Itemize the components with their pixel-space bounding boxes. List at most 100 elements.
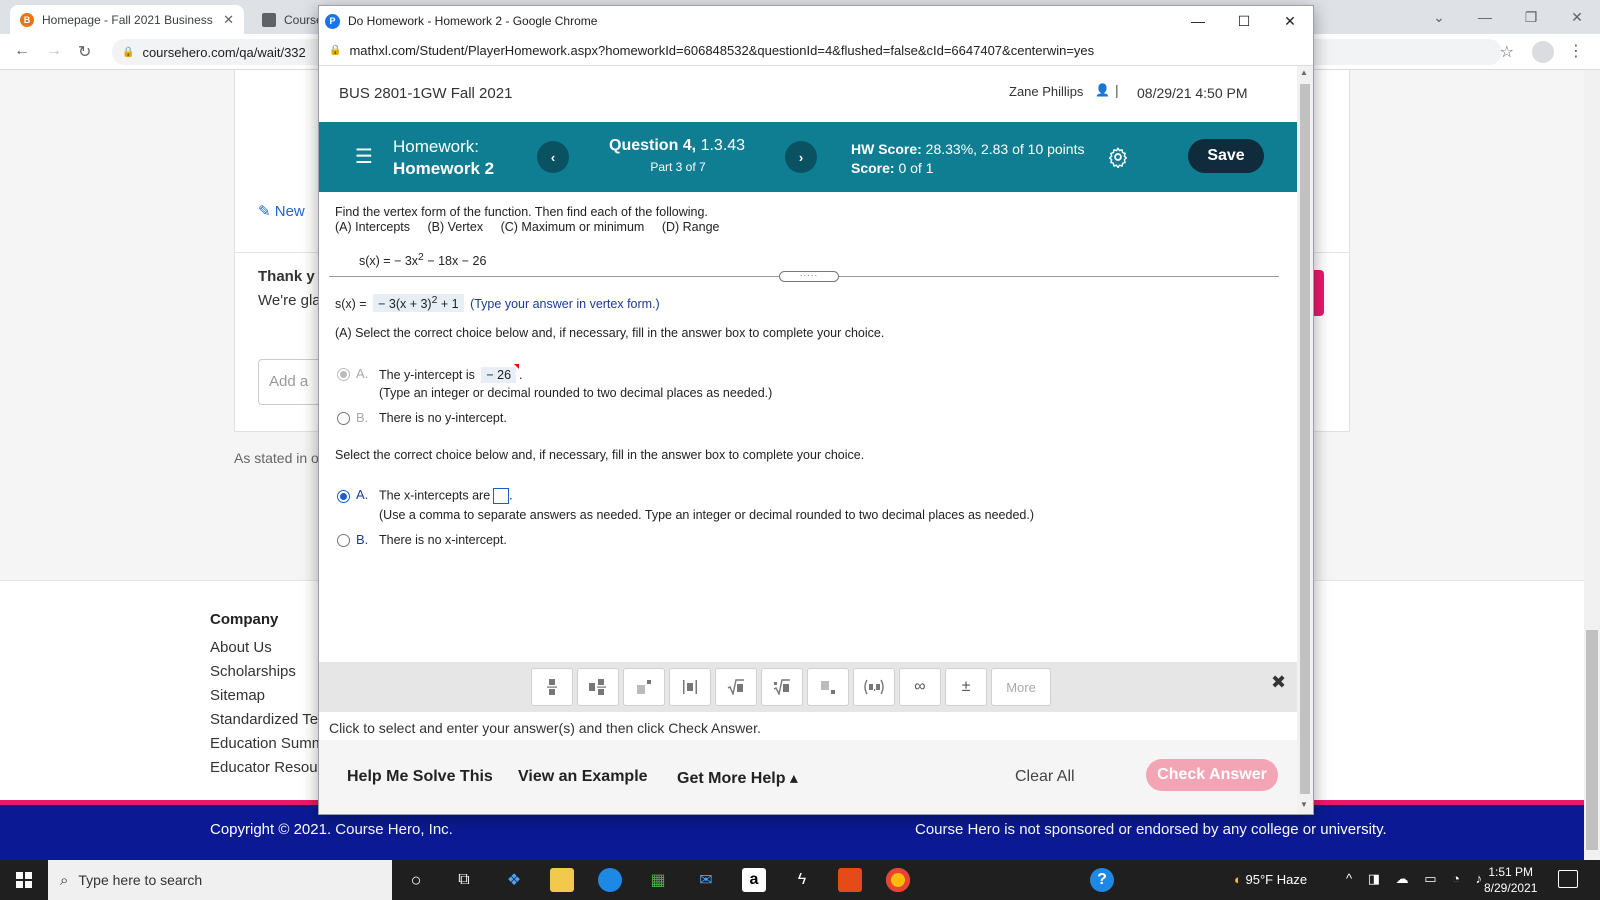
mixed-number-icon (589, 679, 606, 695)
weather-widget[interactable]: ◐ 95°F Haze (1234, 872, 1307, 887)
x-intercept-option-b-radio[interactable] (337, 534, 350, 547)
save-button[interactable]: Save (1188, 139, 1264, 173)
view-example-button[interactable]: View an Example (518, 768, 648, 786)
app-icon[interactable]: ϟ (790, 868, 814, 892)
kebab-menu-icon[interactable]: ⋮ (1568, 41, 1584, 61)
popup-url: mathxl.com/Student/PlayerHomework.aspx?h… (349, 43, 1095, 58)
infinity-button[interactable]: ∞ (899, 668, 941, 706)
close-icon[interactable]: ✕ (1554, 9, 1600, 26)
vertex-form-answer: s(x) = − 3(x + 3)2 + 1 (Type your answer… (335, 294, 660, 313)
footer-link-scholarships[interactable]: Scholarships (210, 663, 296, 680)
help-me-solve-button[interactable]: Help Me Solve This (347, 768, 493, 786)
minimize-icon[interactable]: — (1175, 6, 1221, 36)
check-answer-button[interactable]: Check Answer (1146, 759, 1278, 791)
minimize-icon[interactable]: — (1462, 9, 1508, 25)
reload-icon[interactable]: ↻ (78, 42, 91, 62)
new-link[interactable]: ✎ New (258, 202, 305, 220)
profile-dropdown-icon[interactable]: ⌄ (1416, 9, 1462, 26)
back-arrow-icon[interactable]: ← (14, 42, 30, 60)
system-tray[interactable]: ^ ◨ ☁ ▭ ◔ ♪ (1346, 871, 1488, 887)
edge-icon[interactable] (598, 868, 622, 892)
disclaimer-text: Course Hero is not sponsored or endorsed… (915, 821, 1387, 838)
restore-icon[interactable]: ❐ (1508, 9, 1554, 26)
user-icon[interactable]: 👤 (1095, 83, 1110, 97)
next-question-button[interactable]: › (785, 141, 817, 173)
task-view-icon[interactable]: ⧉ (452, 868, 476, 892)
close-tab-icon[interactable]: ✕ (223, 12, 234, 28)
course-name: BUS 2801-1GW Fall 2021 (339, 85, 513, 102)
option-a-letter: A. (356, 487, 369, 502)
course-bar: BUS 2801-1GW Fall 2021 Zane Phillips 👤 |… (319, 66, 1297, 122)
footer-link-standardized[interactable]: Standardized Tes (210, 711, 326, 728)
footer-link-sitemap[interactable]: Sitemap (210, 687, 265, 704)
more-button[interactable]: More (991, 668, 1051, 706)
copyright-text: Copyright © 2021. Course Hero, Inc. (210, 821, 453, 838)
square-root-button[interactable] (715, 668, 757, 706)
scroll-down-icon[interactable]: ▼ (1300, 800, 1308, 809)
part-c-label: (C) Maximum or minimum (500, 220, 645, 234)
subscript-button[interactable] (807, 668, 849, 706)
dropbox-icon[interactable]: ❖ (502, 868, 526, 892)
ordered-pair-button[interactable] (853, 668, 895, 706)
clear-all-button[interactable]: Clear All (1015, 768, 1075, 786)
scrollbar-thumb[interactable] (1586, 630, 1598, 850)
chrome-icon[interactable] (886, 868, 910, 892)
office-icon[interactable] (838, 868, 862, 892)
tab-homepage[interactable]: B Homepage - Fall 2021 Business C ✕ (10, 5, 244, 34)
taskbar-search-input[interactable]: ⌕ Type here to search (48, 860, 392, 900)
file-explorer-icon[interactable] (550, 868, 574, 892)
thank-text: We're gla (258, 292, 321, 309)
question-title: Question 4, 1.3.43 (609, 137, 746, 154)
absolute-value-button[interactable] (669, 668, 711, 706)
maximize-icon[interactable]: ☐ (1221, 6, 1267, 36)
close-palette-icon[interactable]: ✖ (1271, 672, 1286, 693)
y-intercept-option-a-radio[interactable] (337, 368, 350, 381)
scroll-up-icon[interactable]: ▲ (1300, 68, 1308, 77)
footer-link-educator[interactable]: Educator Resour (210, 759, 323, 776)
clock[interactable]: 1:51 PM 8/29/2021 (1484, 864, 1537, 896)
popup-address-bar[interactable]: 🔒 mathxl.com/Student/PlayerHomework.aspx… (319, 36, 1313, 66)
url-text: coursehero.com/qa/wait/332 (142, 44, 306, 60)
previous-question-button[interactable]: ‹ (537, 141, 569, 173)
homework-popup-window: P Do Homework - Homework 2 - Google Chro… (318, 5, 1314, 815)
question-parts: (A) Intercepts (B) Vertex (C) Maximum or… (335, 220, 733, 234)
windows-start-icon[interactable] (16, 872, 32, 888)
cortana-icon[interactable]: ○ (404, 868, 428, 892)
avatar[interactable] (1532, 41, 1554, 63)
exponent-button[interactable] (623, 668, 665, 706)
split-drag-handle[interactable]: ····· (779, 271, 839, 282)
y-intercept-answer-box[interactable]: − 26 (481, 364, 519, 383)
part-a-label: (A) Intercepts (335, 220, 411, 234)
scrollbar-thumb[interactable] (1300, 84, 1310, 794)
get-more-help-button[interactable]: Get More Help ▴ (677, 768, 798, 788)
amazon-icon[interactable]: a (742, 868, 766, 892)
y-intercept-option-b-radio[interactable] (337, 412, 350, 425)
footer-link-education[interactable]: Education Summ (210, 735, 324, 752)
fraction-button[interactable] (531, 668, 573, 706)
store-icon[interactable]: ▦ (646, 868, 670, 892)
x-intercept-answer-box[interactable] (493, 488, 510, 504)
plus-minus-button[interactable]: ± (945, 668, 987, 706)
gear-icon[interactable] (1107, 146, 1129, 168)
popup-scrollbar[interactable]: ▲ ▼ (1297, 66, 1313, 814)
hamburger-menu-icon[interactable]: ☰ (355, 144, 373, 169)
footer-link-about[interactable]: About Us (210, 639, 272, 656)
mail-icon[interactable]: ✉ (694, 868, 718, 892)
popup-window-title: Do Homework - Homework 2 - Google Chrome (348, 14, 598, 28)
y-intercept-option-a: The y-intercept is − 26. (379, 364, 523, 383)
mixed-number-button[interactable] (577, 668, 619, 706)
help-icon[interactable]: ? (1090, 868, 1114, 892)
notification-icon[interactable] (1558, 870, 1578, 888)
x-intercept-option-a-radio[interactable] (337, 490, 350, 503)
forward-arrow-icon[interactable]: → (46, 42, 62, 60)
absolute-value-icon (683, 680, 697, 694)
page-scrollbar[interactable] (1584, 70, 1600, 872)
vertex-answer-box[interactable]: − 3(x + 3)2 + 1 (373, 294, 464, 313)
close-icon[interactable]: ✕ (1267, 6, 1313, 36)
option-b-letter: B. (356, 410, 369, 425)
popup-title-bar: P Do Homework - Homework 2 - Google Chro… (319, 6, 1313, 36)
bookmark-star-icon[interactable]: ☆ (1500, 42, 1514, 62)
section-x-prompt: Select the correct choice below and, if … (335, 448, 865, 462)
nth-root-button[interactable] (761, 668, 803, 706)
window-controls: ⌄ — ❐ ✕ (1416, 0, 1600, 34)
